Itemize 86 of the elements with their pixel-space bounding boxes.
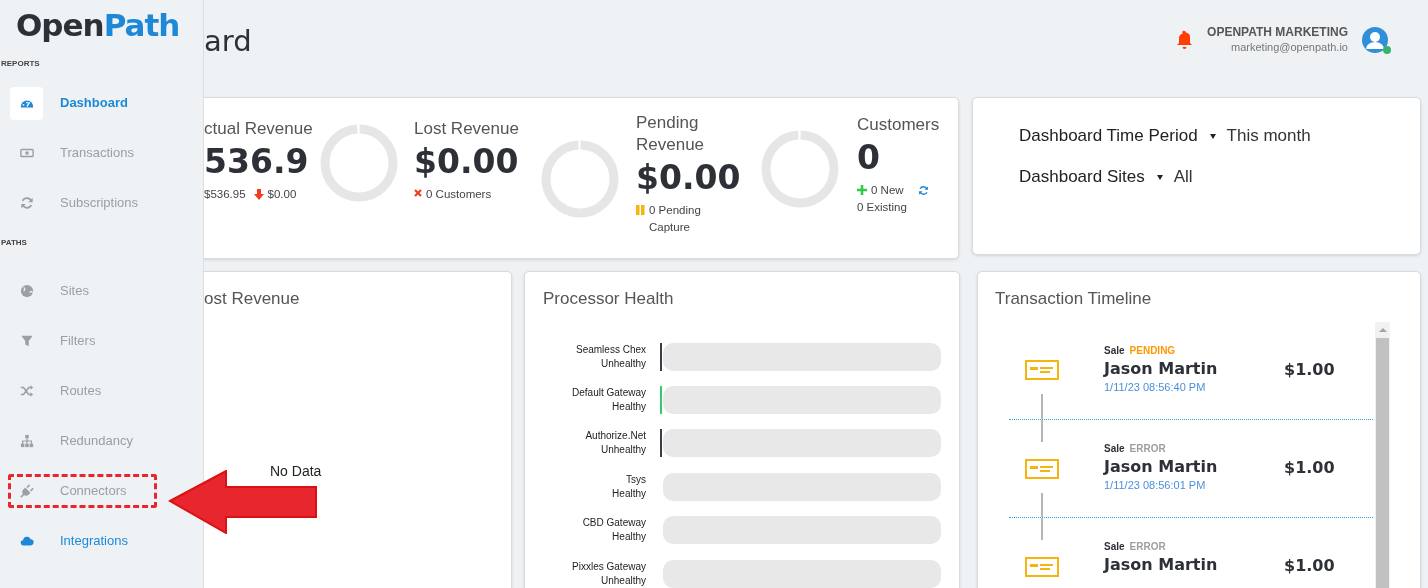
sidebar-item[interactable]: Transactions [0,128,203,178]
processor-name: Pixxles Gateway [571,559,646,574]
processor-status: Healthy [611,530,646,545]
sidebar-item[interactable]: Redundancy [0,416,203,466]
processor-name: Authorize.Net [584,429,646,444]
banknote-icon [19,146,34,160]
transaction-amount: $1.00 [1284,555,1335,577]
empty-chart-text: No Data [270,463,322,479]
metric-detail: 0 Existing [857,200,907,215]
sidebar-item[interactable]: Sites [0,266,203,316]
refresh-icon [917,185,929,196]
customer-name: Jason Martin [1104,358,1219,380]
customer-name: Jason Martin [1104,554,1219,576]
processor-status: Unhealthy [599,443,646,458]
metric-value: 536.9 [204,142,310,182]
metric-value: 0 [857,138,881,178]
card-title: Transaction Timeline [995,288,1153,310]
cross-icon [414,189,422,197]
caret-icon [1156,174,1163,180]
page-title: ard [204,23,252,59]
customer-name: Jason Martin [1104,456,1219,478]
transaction-status: PENDING [1129,344,1176,358]
transaction-type: Sale [1104,540,1125,554]
transaction-status: ERROR [1129,540,1166,554]
bell-icon [1176,29,1194,50]
transaction-type: Sale [1104,344,1125,358]
logo: OpenPath [15,6,180,44]
filter-label: Dashboard Sites [1019,166,1145,188]
card-title: Processor Health [543,288,675,310]
scroll-thumb[interactable] [1376,338,1389,588]
metric-value: $0.00 [636,158,742,198]
filter-label: Dashboard Time Period [1019,125,1198,147]
scrollbar[interactable] [1375,322,1390,588]
metric-detail: 0 Pending Capture [649,203,702,235]
sidebar-item[interactable]: Dashboard [0,78,203,128]
metric-value: $0.00 [414,142,520,182]
sidebar-item[interactable]: Integrations [0,516,203,566]
cloud-icon [19,534,34,548]
sidebar-item[interactable]: Subscriptions [0,178,203,228]
metric-detail: $0.00 [267,187,297,202]
scroll-up-icon[interactable] [1378,328,1387,332]
processor-status: Healthy [611,400,646,415]
refresh-icon [19,196,34,210]
transaction-amount: $1.00 [1284,359,1335,381]
card-icon [1025,459,1059,479]
processor-name: CBD Gateway [581,516,646,531]
processor-name: Default Gateway [571,386,646,401]
processor-status: Healthy [611,486,646,501]
card-icon [1025,360,1059,380]
funnel-icon [19,334,34,348]
section-label: PATHS [1,238,27,248]
metric-title: Lost Revenue [414,118,520,140]
metric-detail: 0 New [871,183,904,198]
transaction-time: 1/11/23 08:56:01 PM [1104,478,1207,493]
metric-detail: 0 Customers [426,187,492,202]
sidebar-item[interactable]: Connectors [8,474,157,508]
metric-title: Customers [857,114,941,136]
card-icon [1025,557,1059,577]
caret-icon [1209,133,1216,139]
transaction-status: ERROR [1129,442,1166,456]
hierarchy-icon [19,434,34,448]
processor-status: Unhealthy [599,573,646,588]
transaction-amount: $1.00 [1284,457,1335,479]
globe-icon [19,284,34,298]
sidebar-item[interactable]: Filters [0,316,203,366]
sidebar-item[interactable]: Routes [0,366,203,416]
filter-dropdown[interactable]: All [1144,166,1193,188]
transaction-time: 1/11/23 08:56:40 PM [1104,380,1207,395]
processor-name: Seamless Chex [574,342,646,357]
user-email: marketing@openpath.io [1230,40,1348,54]
metric-detail: $536.95 [204,187,246,202]
pause-icon [636,205,645,215]
filter-dropdown[interactable]: This month [1197,125,1311,147]
processor-status: Unhealthy [599,356,646,371]
shuffle-icon [19,384,34,398]
plug-icon [19,484,34,498]
card-title: ost Revenue [204,288,301,310]
transaction-type: Sale [1104,442,1125,456]
arrow-down-icon [253,189,264,200]
user-name: OPENPATH MARKETING [1207,25,1348,40]
processor-name: Tsys [625,472,646,487]
section-label: REPORTS [1,59,40,69]
avatar-icon [1361,25,1389,54]
metric-title: Pending Revenue [636,112,706,156]
metric-title: ctual Revenue [204,118,314,140]
plus-icon [857,185,867,195]
